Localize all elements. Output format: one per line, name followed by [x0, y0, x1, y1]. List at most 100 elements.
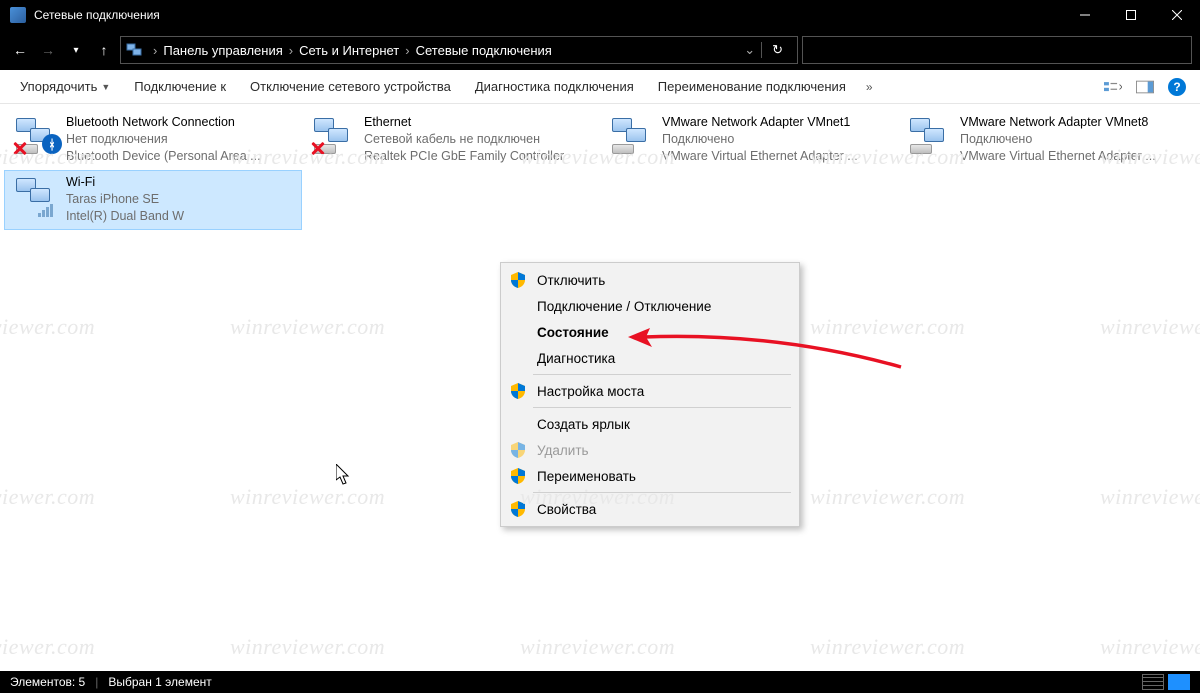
rename-button[interactable]: Переименование подключения	[646, 70, 858, 103]
connection-device: Bluetooth Device (Personal Area ...	[66, 148, 261, 165]
connection-name: Wi-Fi	[66, 174, 184, 191]
connection-device: VMware Virtual Ethernet Adapter ...	[960, 148, 1156, 165]
window-title: Сетевые подключения	[34, 8, 160, 22]
status-bar: Элементов: 5 | Выбран 1 элемент	[0, 671, 1200, 693]
disable-device-button[interactable]: Отключение сетевого устройства	[238, 70, 463, 103]
watermark: winreviewer.com	[230, 484, 385, 510]
view-options-button[interactable]	[1104, 78, 1122, 96]
connection-status: Нет подключения	[66, 131, 261, 148]
ctx-rename-label: Переименовать	[537, 469, 636, 484]
breadcrumb-network-internet[interactable]: Сеть и Интернет	[295, 43, 403, 58]
uac-shield-icon	[507, 468, 529, 484]
toolbar-overflow-button[interactable]: »	[860, 80, 879, 94]
connection-status: Подключено	[960, 131, 1156, 148]
ctx-shortcut-label: Создать ярлык	[537, 417, 630, 432]
back-button[interactable]: ←	[8, 38, 32, 62]
ctx-properties[interactable]: Свойства	[503, 496, 797, 522]
watermark: winreviewer.com	[1100, 634, 1200, 660]
organize-label: Упорядочить	[20, 79, 97, 94]
bluetooth-icon: ᚼ	[42, 134, 62, 154]
connection-item-selected[interactable]: Wi-Fi Taras iPhone SE Intel(R) Dual Band…	[4, 170, 302, 230]
ctx-disable-label: Отключить	[537, 273, 605, 288]
connection-item[interactable]: ᚼ Bluetooth Network Connection Нет подкл…	[4, 110, 302, 170]
view-tiles-button[interactable]	[1168, 674, 1190, 690]
watermark: winreviewer.com	[230, 634, 385, 660]
breadcrumb-network-connections[interactable]: Сетевые подключения	[412, 43, 556, 58]
maximize-button[interactable]	[1108, 0, 1154, 30]
connection-name: Ethernet	[364, 114, 564, 131]
connection-name: VMware Network Adapter VMnet8	[960, 114, 1156, 131]
breadcrumb-control-panel[interactable]: Панель управления	[159, 43, 286, 58]
connect-to-label: Подключение к	[134, 79, 226, 94]
disabled-x-icon	[12, 140, 28, 156]
watermark: winreviewer.com	[0, 484, 95, 510]
ctx-bridge[interactable]: Настройка моста	[503, 378, 797, 404]
ctx-connect-disconnect[interactable]: Подключение / Отключение	[503, 293, 797, 319]
uac-shield-icon	[507, 442, 529, 458]
wifi-signal-icon	[38, 204, 53, 217]
connection-name: VMware Network Adapter VMnet1	[662, 114, 858, 131]
caret-down-icon: ▼	[101, 82, 110, 92]
connection-device: Realtek PCIe GbE Family Controller	[364, 148, 564, 165]
connection-status: Taras iPhone SE	[66, 191, 184, 208]
connection-device: VMware Virtual Ethernet Adapter ...	[662, 148, 858, 165]
connection-item[interactable]: VMware Network Adapter VMnet8 Подключено…	[898, 110, 1196, 170]
watermark: winreviewer.com	[520, 634, 675, 660]
chevron-right-icon: ›	[287, 43, 295, 58]
close-button[interactable]	[1154, 0, 1200, 30]
menu-separator	[533, 492, 791, 493]
menu-separator	[533, 374, 791, 375]
organize-menu[interactable]: Упорядочить ▼	[8, 70, 122, 103]
menu-separator	[533, 407, 791, 408]
ctx-rename[interactable]: Переименовать	[503, 463, 797, 489]
ctx-delete: Удалить	[503, 437, 797, 463]
watermark: winreviewer.com	[0, 634, 95, 660]
ctx-properties-label: Свойства	[537, 502, 596, 517]
recent-locations-button[interactable]: ▾	[64, 38, 88, 62]
connections-grid: ᚼ Bluetooth Network Connection Нет подкл…	[4, 110, 1196, 230]
address-dropdown-button[interactable]: ⌄	[738, 42, 761, 58]
status-separator: |	[95, 675, 98, 689]
rename-label: Переименование подключения	[658, 79, 846, 94]
preview-pane-button[interactable]	[1136, 78, 1154, 96]
connection-status: Подключено	[662, 131, 858, 148]
connection-item[interactable]: Ethernet Сетевой кабель не подключен Rea…	[302, 110, 600, 170]
watermark: winreviewer.com	[230, 314, 385, 340]
ctx-diagnose[interactable]: Диагностика	[503, 345, 797, 371]
search-input[interactable]	[802, 36, 1192, 64]
ctx-shortcut[interactable]: Создать ярлык	[503, 411, 797, 437]
ctx-connect-label: Подключение / Отключение	[537, 299, 711, 314]
help-button[interactable]: ?	[1168, 78, 1186, 96]
minimize-button[interactable]	[1062, 0, 1108, 30]
connection-name: Bluetooth Network Connection	[66, 114, 261, 131]
address-bar[interactable]: › Панель управления › Сеть и Интернет › …	[120, 36, 798, 64]
status-item-count: Элементов: 5	[10, 675, 85, 689]
ctx-diagnose-label: Диагностика	[537, 351, 615, 366]
context-menu: Отключить Подключение / Отключение Состо…	[500, 262, 800, 527]
connect-to-button[interactable]: Подключение к	[122, 70, 238, 103]
disable-device-label: Отключение сетевого устройства	[250, 79, 451, 94]
forward-button[interactable]: →	[36, 38, 60, 62]
location-icon	[125, 40, 147, 60]
network-adapter-icon	[904, 114, 954, 160]
diagnose-label: Диагностика подключения	[475, 79, 634, 94]
network-adapter-icon	[10, 174, 60, 220]
up-button[interactable]: ↑	[92, 38, 116, 62]
watermark: winreviewer.com	[1100, 484, 1200, 510]
connection-status: Сетевой кабель не подключен	[364, 131, 564, 148]
connections-view: ᚼ Bluetooth Network Connection Нет подкл…	[0, 104, 1200, 671]
watermark: winreviewer.com	[810, 634, 965, 660]
ctx-status-label: Состояние	[537, 325, 609, 340]
refresh-button[interactable]: ↻	[761, 42, 793, 58]
diagnose-button[interactable]: Диагностика подключения	[463, 70, 646, 103]
watermark: winreviewer.com	[1100, 314, 1200, 340]
disabled-x-icon	[310, 140, 326, 156]
ctx-delete-label: Удалить	[537, 443, 589, 458]
connection-device: Intel(R) Dual Band W	[66, 208, 184, 225]
ctx-status[interactable]: Состояние	[503, 319, 797, 345]
view-details-button[interactable]	[1142, 674, 1164, 690]
connection-item[interactable]: VMware Network Adapter VMnet1 Подключено…	[600, 110, 898, 170]
ctx-disable[interactable]: Отключить	[503, 267, 797, 293]
command-toolbar: Упорядочить ▼ Подключение к Отключение се…	[0, 70, 1200, 104]
uac-shield-icon	[507, 501, 529, 517]
